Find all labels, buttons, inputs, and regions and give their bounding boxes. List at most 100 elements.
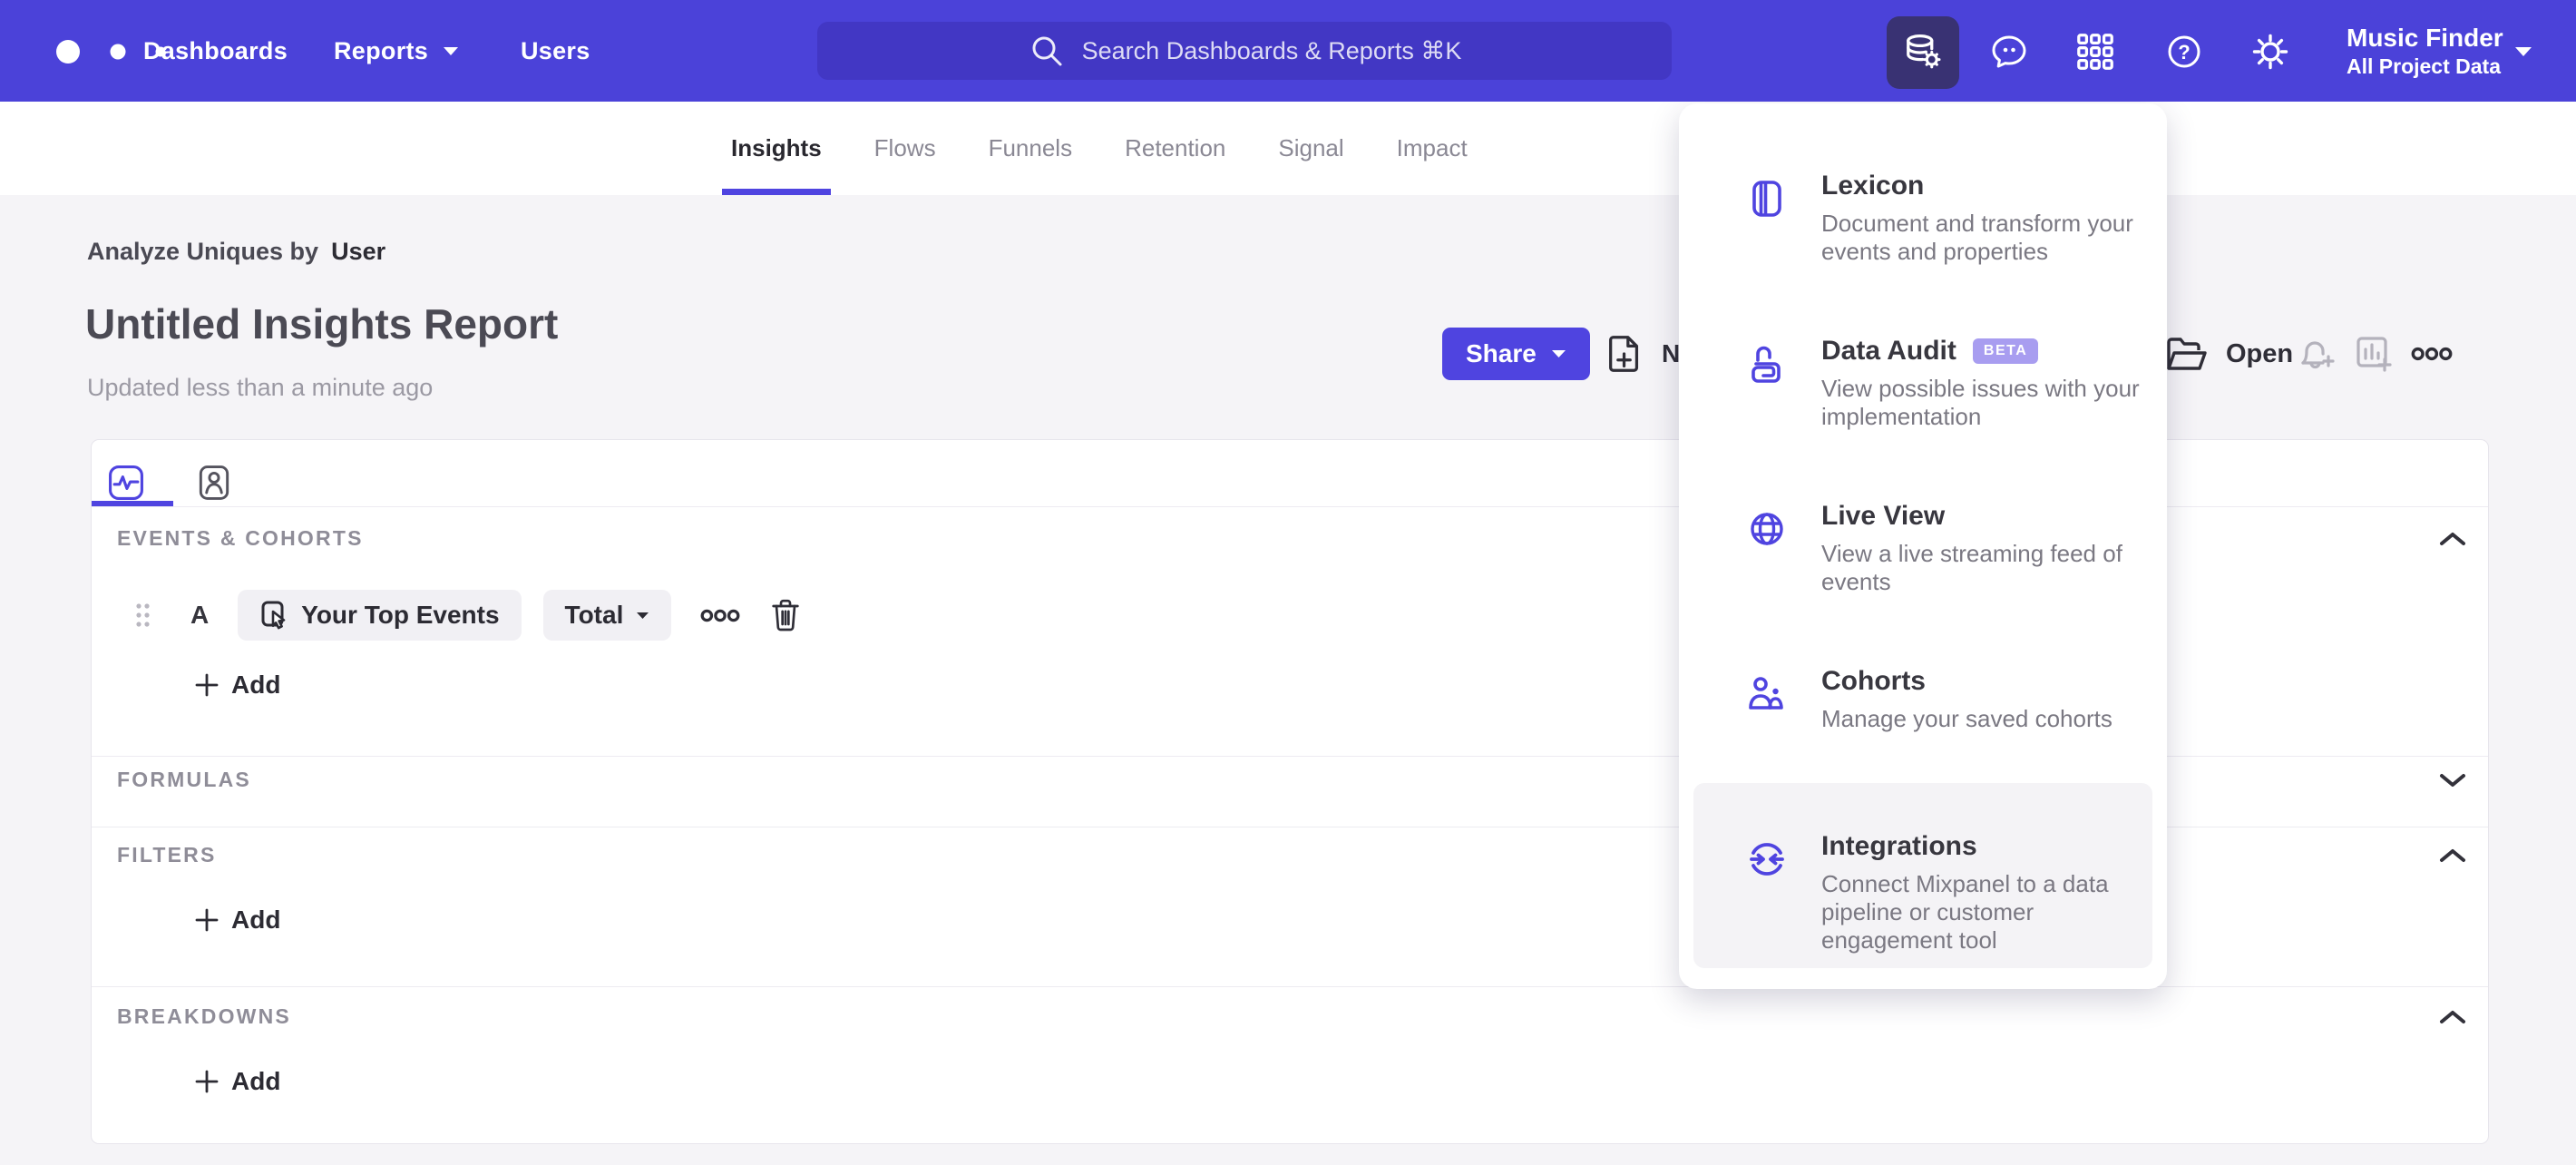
collapse-filters-button[interactable] (2437, 845, 2468, 866)
section-label-filters: FILTERS (117, 843, 217, 866)
tab-label: Impact (1396, 134, 1468, 162)
expand-formulas-button[interactable] (2437, 769, 2468, 791)
create-alert-button[interactable] (2293, 331, 2338, 377)
section-label-formulas: FORMULAS (117, 768, 251, 791)
tab-label: Signal (1278, 134, 1344, 162)
tab-label: Insights (731, 134, 822, 162)
tab-label: Funnels (988, 134, 1073, 162)
tab-funnels[interactable]: Funnels (989, 102, 1073, 195)
metric-selector-button[interactable]: Total (542, 590, 672, 641)
menu-item-title: Integrations (1821, 831, 1977, 861)
more-icon (2411, 347, 2453, 361)
tab-insights[interactable]: Insights (722, 102, 831, 195)
menu-item-data-audit[interactable]: Data Audit BETA View possible issues wit… (1693, 321, 2152, 486)
svg-text:?: ? (2178, 41, 2190, 64)
question-circle-icon: ? (2162, 30, 2206, 73)
section-label-events: EVENTS & COHORTS (117, 526, 364, 550)
tab-flows[interactable]: Flows (874, 102, 936, 195)
report-tabs: Insights Flows Funnels Retention Signal … (722, 102, 1468, 195)
menu-item-desc: View a live streaming feed of events (1821, 540, 2122, 595)
nav-item-dashboards[interactable]: Dashboards (143, 0, 288, 102)
menu-item-desc: Document and transform your events and p… (1821, 210, 2133, 265)
plus-icon (195, 1070, 219, 1093)
event-query-row: A Your Top Events Total (135, 590, 804, 641)
nav-item-reports[interactable]: Reports (334, 0, 459, 102)
database-gear-icon (1899, 29, 1947, 76)
cohorts-people-icon (1745, 672, 1789, 716)
integrations-sync-icon (1745, 837, 1789, 881)
line-chart-icon (106, 463, 146, 503)
tab-impact[interactable]: Impact (1397, 102, 1468, 195)
menu-item-live-view[interactable]: Live View View a live streaming feed of … (1693, 486, 2152, 651)
apps-grid-button[interactable] (2073, 30, 2117, 73)
open-button[interactable]: Open (2164, 328, 2293, 380)
add-label: Add (231, 1067, 281, 1095)
bell-plus-icon (2294, 332, 2337, 376)
chat-bubble-icon (1987, 30, 2031, 73)
add-label: Add (231, 906, 281, 934)
event-icon (259, 600, 288, 631)
analyze-by-control[interactable]: Analyze Uniques by User (87, 238, 385, 266)
top-nav: Dashboards Reports Users Search Dashboar… (0, 0, 2576, 102)
collapse-breakdowns-button[interactable] (2437, 1006, 2468, 1028)
menu-item-desc: Connect Mixpanel to a data pipeline or c… (1821, 870, 2109, 954)
menu-item-desc: Manage your saved cohorts (1821, 705, 2113, 732)
search-icon (1028, 32, 1066, 70)
trash-icon[interactable] (767, 596, 804, 634)
settings-button[interactable] (2249, 30, 2292, 73)
beta-badge: BETA (1972, 338, 2039, 364)
menu-item-integrations[interactable]: Integrations Connect Mixpanel to a data … (1693, 783, 2152, 968)
search-input[interactable]: Search Dashboards & Reports ⌘K (817, 22, 1672, 80)
caret-down-icon (636, 612, 649, 620)
menu-item-lexicon[interactable]: Lexicon Document and transform your even… (1693, 156, 2152, 321)
menu-item-title: Lexicon (1821, 171, 1925, 201)
tab-profiles-view[interactable] (194, 463, 234, 503)
nav-item-label: Users (521, 36, 590, 64)
tab-events-view[interactable] (106, 463, 146, 503)
tab-label: Retention (1125, 134, 1226, 162)
help-button[interactable]: ? (2162, 30, 2206, 73)
share-label: Share (1466, 339, 1537, 367)
chart-plus-icon (2352, 332, 2395, 376)
analyze-value: User (331, 238, 386, 265)
add-to-board-button[interactable] (2351, 331, 2396, 377)
add-breakdown-button[interactable]: Add (195, 1067, 280, 1096)
user-profile-icon (194, 463, 234, 503)
collapse-events-button[interactable] (2437, 528, 2468, 550)
more-options-button[interactable] (2409, 331, 2454, 377)
chevron-down-icon (443, 46, 459, 56)
page-plus-icon (1604, 331, 1645, 377)
grid-icon (2074, 31, 2116, 73)
chevron-down-icon[interactable] (2514, 45, 2532, 62)
project-selector[interactable]: Music Finder All Project Data (2347, 0, 2503, 102)
folder-icon (2164, 334, 2210, 374)
plus-icon (195, 673, 219, 697)
messages-button[interactable] (1987, 30, 2031, 73)
add-event-button[interactable]: Add (195, 671, 280, 700)
search-placeholder: Search Dashboards & Reports ⌘K (1081, 36, 1462, 64)
metric-value: Total (564, 601, 624, 629)
project-name: Music Finder (2347, 24, 2503, 52)
data-management-button[interactable] (1887, 16, 1959, 89)
project-scope: All Project Data (2347, 54, 2501, 78)
data-management-menu: Lexicon Document and transform your even… (1679, 103, 2167, 989)
add-label: Add (231, 671, 281, 699)
drag-handle[interactable] (135, 602, 151, 628)
add-filter-button[interactable]: Add (195, 906, 280, 935)
lexicon-icon (1745, 177, 1789, 220)
plus-icon (195, 908, 219, 932)
event-selector-button[interactable]: Your Top Events (238, 590, 522, 641)
data-audit-lock-icon (1745, 342, 1789, 386)
menu-item-title: Live View (1821, 501, 1946, 531)
share-button[interactable]: Share (1442, 328, 1590, 380)
tab-signal[interactable]: Signal (1278, 102, 1343, 195)
menu-item-title: Cohorts (1821, 666, 1926, 696)
section-label-breakdowns: BREAKDOWNS (117, 1004, 291, 1028)
nav-item-label: Reports (334, 36, 429, 64)
menu-item-title: Data Audit (1821, 336, 1956, 366)
menu-item-desc: View possible issues with your implement… (1821, 375, 2140, 430)
row-more-icon[interactable] (700, 609, 740, 622)
tab-retention[interactable]: Retention (1125, 102, 1225, 195)
nav-item-users[interactable]: Users (521, 0, 590, 102)
open-label: Open (2226, 338, 2294, 368)
